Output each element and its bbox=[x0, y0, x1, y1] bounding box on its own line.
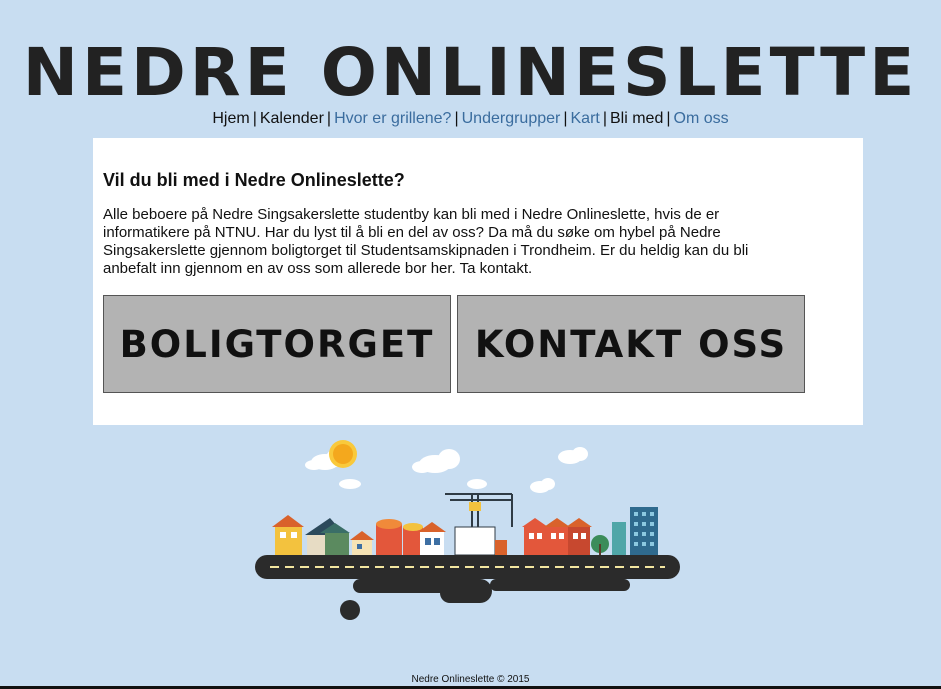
city-street-illustration bbox=[255, 440, 680, 620]
nav-separator: | bbox=[602, 110, 607, 127]
sun-icon bbox=[329, 440, 357, 468]
nav-separator: | bbox=[326, 110, 332, 127]
houses-right bbox=[522, 507, 658, 555]
construction-building bbox=[454, 526, 507, 556]
nav-separator: | bbox=[454, 110, 459, 127]
nav-item-bli-med[interactable]: Bli med bbox=[610, 110, 663, 127]
main-nav: Hjem | Kalender | Hvor er grillene? | Undergru… bbox=[0, 109, 941, 129]
nav-separator: | bbox=[252, 110, 257, 127]
section-heading: Vil du bli med i Nedre Onlineslette? bbox=[103, 170, 405, 190]
section-body: Alle beboere på Nedre Singsakerslette st… bbox=[103, 206, 749, 277]
nav-item-kalender[interactable]: Kalender bbox=[260, 110, 324, 127]
nav-item-kart[interactable]: Kart bbox=[571, 110, 600, 127]
road bbox=[255, 555, 680, 620]
content-panel: Vil du bli med i Nedre Onlineslette? All… bbox=[93, 138, 863, 425]
nav-item-hvor-er-grillene[interactable]: Hvor er grillene? bbox=[334, 110, 451, 127]
footer-text: Nedre Onlineslette © 2015 bbox=[411, 674, 530, 685]
nav-item-om-oss[interactable]: Om oss bbox=[674, 110, 729, 127]
nav-separator: | bbox=[666, 110, 671, 127]
nav-separator: | bbox=[563, 110, 568, 127]
page: NEDRE ONLINESLETTE Hjem | Kalender | Hvor er… bbox=[0, 0, 941, 689]
nav-item-hjem[interactable]: Hjem bbox=[212, 110, 249, 127]
nav-item-undergrupper[interactable]: Undergrupper bbox=[462, 110, 561, 127]
boligtorget-button[interactable]: BOLIGTORGET bbox=[103, 295, 451, 393]
kontakt-oss-button[interactable]: KONTAKT OSS bbox=[457, 295, 805, 393]
site-title: NEDRE ONLINESLETTE bbox=[22, 34, 919, 111]
houses-left bbox=[272, 515, 446, 555]
